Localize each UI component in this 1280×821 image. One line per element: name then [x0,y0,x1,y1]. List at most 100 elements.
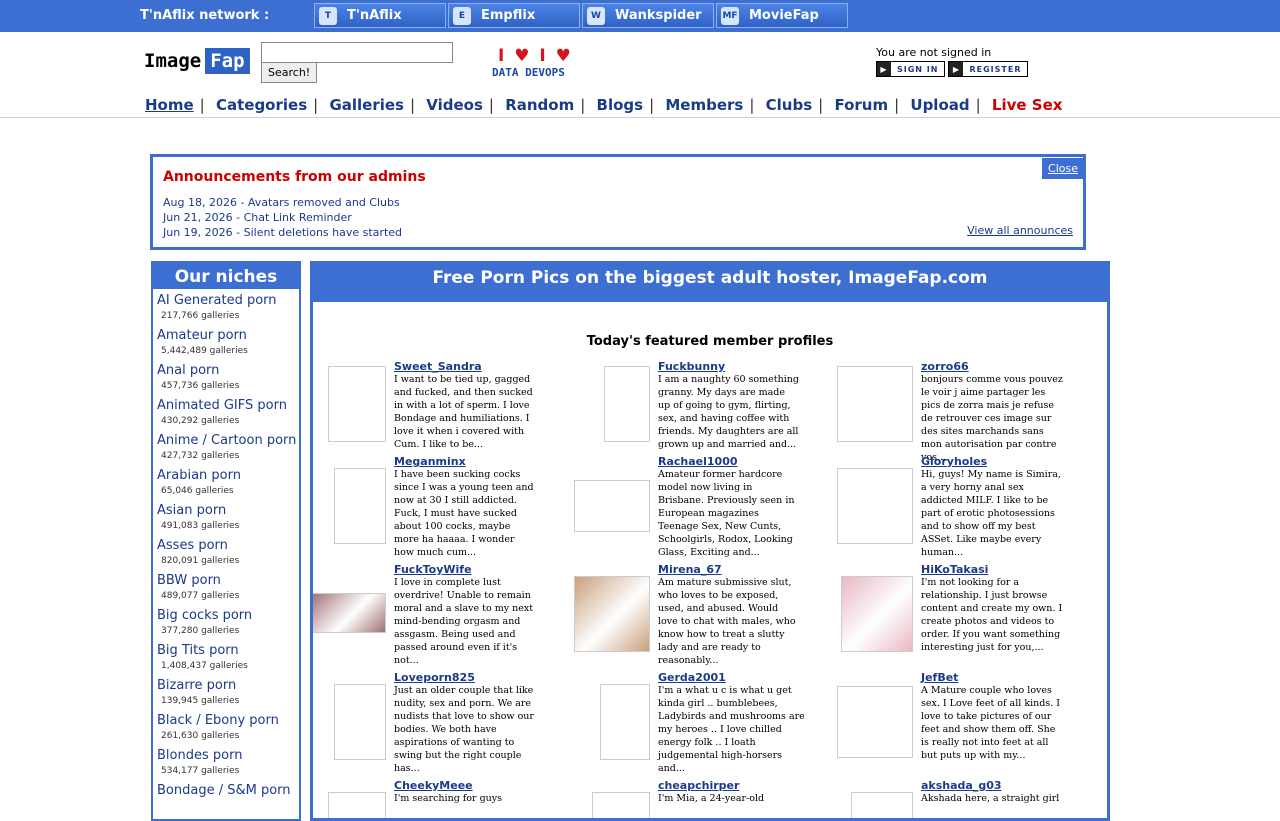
nav-live-sex[interactable]: Live Sex [992,96,1063,114]
nav-members[interactable]: Members [665,96,743,114]
niche-item: Arabian porn 65,046 galleries [157,468,299,503]
profile-avatar[interactable] [334,468,386,544]
profile-avatar[interactable] [574,576,650,652]
profile-name-link[interactable]: Rachael1000 [658,455,738,468]
niche-link[interactable]: Amateur porn [157,328,299,344]
profile-name-link[interactable]: Gloryholes [921,455,987,468]
network-label: T'nAflix network : [140,8,270,23]
arrow-right-icon: ▶ [949,62,964,76]
profile-name-link[interactable]: HiKoTakasi [921,563,988,576]
nav-random[interactable]: Random [505,96,574,114]
register-button[interactable]: ▶ REGISTER [948,61,1029,77]
niche-link[interactable]: Blondes porn [157,748,299,764]
niche-gallery-count: 491,083 galleries [161,521,240,531]
profile-name-link[interactable]: FuckToyWife [394,563,472,576]
profile-bio: I am a naughty 60 something granny. My d… [658,374,799,450]
announcement-link[interactable]: Jun 19, 2026 - Silent deletions have sta… [163,225,402,240]
profile-name-link[interactable]: Loveporn825 [394,671,475,684]
search-input[interactable] [261,42,453,63]
close-button[interactable]: Close [1042,158,1084,179]
niche-gallery-count: 261,630 galleries [161,731,240,741]
network-link-wankspider[interactable]: W Wankspider [582,3,714,28]
profile-avatar[interactable] [841,576,913,652]
niche-item: Black / Ebony porn 261,630 galleries [157,713,299,748]
profile-name-link[interactable]: cheapchirper [658,779,739,792]
site-header: Image Fap Search! I ♥ I ♥ DATA DEVOPS Yo… [0,32,1280,118]
view-all-announces-link[interactable]: View all announces [967,224,1073,237]
profile-avatar[interactable] [313,593,386,633]
niche-item: Big cocks porn 377,280 galleries [157,608,299,643]
niche-link[interactable]: Big Tits porn [157,643,299,659]
profile-avatar[interactable] [334,684,386,760]
search-button[interactable]: Search! [261,62,318,83]
niche-link[interactable]: Arabian porn [157,468,299,484]
account-area: You are not signed in ▶ SIGN IN ▶ REGISTER [876,46,1029,77]
niche-list: AI Generated porn 217,766 galleries Amateu… [153,289,299,818]
niche-item: Bizarre porn 139,945 galleries [157,678,299,713]
niche-item: Animated GIFS porn 430,292 galleries [157,398,299,433]
niche-link[interactable]: Bizarre porn [157,678,299,694]
niche-item: Asian porn 491,083 galleries [157,503,299,538]
announcement-link[interactable]: Aug 18, 2026 - Avatars removed and Clubs [163,195,402,210]
niche-item: Asses porn 820,091 galleries [157,538,299,573]
niche-link[interactable]: Asian porn [157,503,299,519]
niche-link[interactable]: Bondage / S&M porn [157,783,299,799]
niche-link[interactable]: Asses porn [157,538,299,554]
profile-name-link[interactable]: zorro66 [921,360,969,373]
niche-link[interactable]: Anal porn [157,363,299,379]
nav-upload[interactable]: Upload [910,96,969,114]
network-link-tnaflix[interactable]: T T'nAflix [314,3,446,28]
profile-bio: A Mature couple who loves sex. I Love fe… [921,685,1060,761]
nav-forum[interactable]: Forum [834,96,888,114]
empflix-icon: E [453,6,471,25]
niche-link[interactable]: Animated GIFS porn [157,398,299,414]
profile-name-link[interactable]: akshada_g03 [921,779,1002,792]
niche-item: Blondes porn 534,177 galleries [157,748,299,783]
nav-galleries[interactable]: Galleries [329,96,404,114]
profile-bio: I'm Mia, a 24-year-old [658,793,765,804]
arrow-right-icon: ▶ [877,62,891,76]
niche-link[interactable]: BBW porn [157,573,299,589]
profile-avatar[interactable] [328,792,386,818]
network-link-empflix[interactable]: E Empflix [448,3,580,28]
niche-gallery-count: 427,732 galleries [161,451,240,461]
niche-link[interactable]: AI Generated porn [157,293,299,309]
profile-name-link[interactable]: Gerda2001 [658,671,726,684]
sign-in-button[interactable]: ▶ SIGN IN [876,61,946,77]
network-link-moviefap[interactable]: MF MovieFap [716,3,848,28]
nav-categories[interactable]: Categories [216,96,307,114]
profile-bio: Am mature submissive slut, who loves to … [658,577,796,666]
niche-gallery-count: 1,408,437 galleries [161,661,248,671]
profile-name-link[interactable]: CheekyMeee [394,779,473,792]
profile-avatar[interactable] [837,366,913,442]
profile-name-link[interactable]: Sweet_Sandra [394,360,482,373]
profile-avatar[interactable] [837,686,913,758]
niche-link[interactable]: Big cocks porn [157,608,299,624]
nav-home[interactable]: Home [145,96,194,114]
profile-avatar[interactable] [592,792,650,818]
profile-avatar[interactable] [837,468,913,544]
profile-avatar[interactable] [604,366,650,442]
niche-gallery-count: 217,766 galleries [161,311,240,321]
niche-link[interactable]: Black / Ebony porn [157,713,299,729]
profile-avatar[interactable] [328,366,386,442]
nav-videos[interactable]: Videos [426,96,483,114]
profile-name-link[interactable]: Fuckbunny [658,360,725,373]
profile-avatar[interactable] [600,684,650,760]
niche-item: Anime / Cartoon porn 427,732 galleries [157,433,299,468]
niche-link[interactable]: Anime / Cartoon porn [157,433,299,449]
profile-name-link[interactable]: Mirena_67 [658,563,722,576]
profile-bio: I'm not looking for a relationship. I ju… [921,577,1063,653]
main-panel: Free Porn Pics on the biggest adult host… [310,261,1110,821]
profile-bio: I have been sucking cocks since I was a … [394,469,534,558]
profile-avatar[interactable] [574,480,650,532]
profile-name-link[interactable]: JefBet [921,671,958,684]
nav-clubs[interactable]: Clubs [766,96,813,114]
site-logo[interactable]: Image Fap [144,48,250,74]
profile-avatar[interactable] [851,792,913,818]
profile-name-link[interactable]: Meganminx [394,455,466,468]
data-devops-banner[interactable]: I ♥ I ♥ DATA DEVOPS [492,46,582,86]
profile-bio: Akshada here, a straight girl [921,793,1060,804]
announcement-link[interactable]: Jun 21, 2026 - Chat Link Reminder [163,210,402,225]
nav-blogs[interactable]: Blogs [597,96,644,114]
